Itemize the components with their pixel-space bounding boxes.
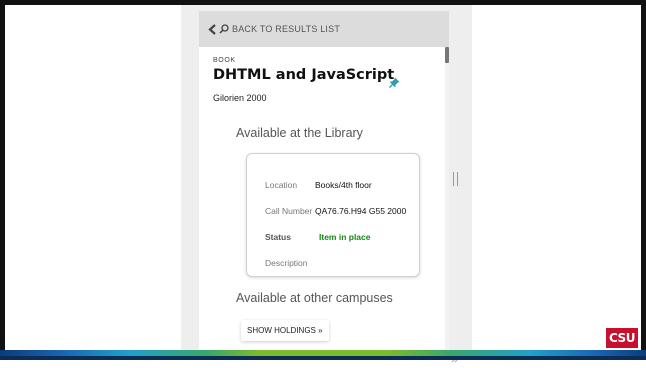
call-number-value: QA76.76.H94 G55 2000 (315, 206, 407, 216)
record-type: BOOK (213, 57, 236, 64)
location-row: Location Books/4th floor (247, 172, 419, 198)
description-label: Description (265, 258, 308, 268)
status-value: Item in place (319, 232, 371, 242)
back-to-results-label: BACK TO RESULTS LIST (232, 24, 341, 34)
other-campuses-heading: Available at other campuses (236, 291, 393, 305)
call-number-label: Call Number (265, 206, 313, 216)
status-label: Status (265, 232, 291, 242)
footer-color-bar (0, 350, 646, 360)
chevron-left-icon (208, 23, 217, 35)
record-title[interactable]: DHTML and JavaScript (213, 67, 435, 83)
call-number-row: Call Number QA76.76.H94 G55 2000 (247, 198, 419, 224)
record-author-year: Gilorien 2000 (213, 93, 267, 103)
description-row: Description (247, 250, 419, 276)
record-panel: BACK TO RESULTS LIST BOOK DHTML and Java… (199, 11, 449, 351)
show-holdings-button[interactable]: SHOW HOLDINGS » (241, 320, 329, 341)
back-to-results-button[interactable]: BACK TO RESULTS LIST (199, 11, 449, 47)
scrollbar-track[interactable] (445, 47, 449, 351)
holding-card: Location Books/4th floor Call Number QA7… (246, 153, 420, 277)
location-label: Location (265, 180, 298, 190)
pin-icon[interactable] (389, 75, 400, 93)
location-value: Books/4th floor (315, 180, 372, 190)
record-content: BOOK DHTML and JavaScript Gilorien 2000 … (199, 47, 449, 341)
csu-logo: CSU (606, 328, 638, 348)
scrollbar-thumb[interactable] (445, 47, 449, 63)
search-icon (219, 24, 229, 34)
panel-resize-handle[interactable] (453, 172, 458, 186)
availability-heading: Available at the Library (236, 126, 363, 140)
status-row: Status Item in place (247, 224, 419, 250)
